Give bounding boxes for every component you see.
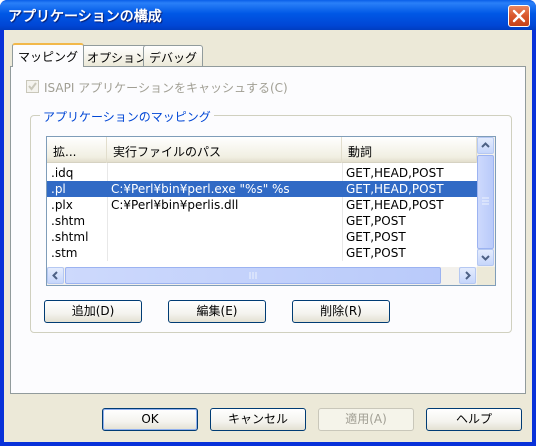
chevron-up-icon [481, 142, 490, 148]
cell-extension: .shtm [51, 214, 86, 228]
edit-button[interactable]: 編集(E) [168, 300, 266, 323]
cell-extension: .plx [51, 198, 73, 212]
dialog-client-area: マッピング オプション デバッグ ISAPI アプリケーションをキャッシュする(… [4, 30, 532, 442]
mapping-listview[interactable]: 拡... 実行ファイルのパス 動詞 .idq GET,HEAD,POST .pl… [46, 136, 496, 286]
tab-label: デバッグ [149, 51, 198, 65]
checkmark-icon [28, 82, 37, 91]
cell-extension: .pl [51, 182, 66, 196]
title-bar[interactable]: アプリケーションの構成 [0, 0, 536, 30]
cell-verbs: GET,POST [346, 230, 406, 244]
grip-icon [482, 197, 489, 205]
cache-checkbox-label: ISAPI アプリケーションをキャッシュする(C) [44, 81, 288, 95]
listview-header: 拡... 実行ファイルのパス 動詞 [47, 137, 477, 163]
scroll-up-button[interactable] [477, 137, 494, 154]
delete-button[interactable]: 削除(R) [292, 300, 390, 323]
cell-verbs: GET,HEAD,POST [346, 182, 444, 196]
column-header-label: 実行ファイルのパス [113, 145, 222, 159]
scroll-right-button[interactable] [459, 267, 476, 284]
help-button[interactable]: ヘルプ [426, 408, 522, 431]
delete-button-label: 削除(R) [320, 304, 362, 318]
scrollbar-corner [477, 267, 495, 285]
table-row[interactable]: .stm GET,POST [47, 245, 477, 261]
tab-mapping[interactable]: マッピング [12, 43, 85, 67]
cell-extension: .idq [51, 166, 74, 180]
cancel-button-label: キャンセル [227, 412, 288, 426]
column-header-extension[interactable]: 拡... [47, 137, 107, 163]
cache-checkbox[interactable] [26, 80, 39, 93]
column-header-label: 動詞 [348, 145, 373, 159]
scroll-left-button[interactable] [47, 267, 64, 284]
cell-extension: .shtml [51, 230, 89, 244]
ok-button[interactable]: OK [102, 408, 198, 431]
dialog-window: アプリケーションの構成 マッピング オプション デバッグ ISAPI アプリケー… [0, 0, 536, 446]
cell-verbs: GET,HEAD,POST [346, 166, 444, 180]
ok-button-label: OK [141, 412, 159, 426]
tab-debug[interactable]: デバッグ [143, 45, 204, 66]
mapping-group-title: アプリケーションのマッピング [40, 108, 214, 125]
tab-label: オプション [87, 51, 148, 65]
chevron-down-icon [481, 255, 490, 261]
edit-button-label: 編集(E) [196, 304, 238, 318]
cell-verbs: GET,HEAD,POST [346, 198, 444, 212]
table-row-selected[interactable]: .pl C:¥Perl¥bin¥perl.exe "%s" %s GET,HEA… [47, 181, 477, 197]
table-row[interactable]: .shtm GET,POST [47, 213, 477, 229]
cell-verbs: GET,POST [346, 214, 406, 228]
scroll-down-button[interactable] [477, 249, 494, 266]
add-button[interactable]: 追加(D) [44, 300, 142, 323]
cancel-button[interactable]: キャンセル [210, 408, 306, 431]
grip-icon [249, 272, 257, 279]
add-button-label: 追加(D) [71, 304, 115, 318]
chevron-left-icon [52, 271, 58, 280]
cell-path: C:¥Perl¥bin¥perlis.dll [111, 198, 239, 212]
tab-label: マッピング [18, 50, 79, 64]
table-row[interactable]: .idq GET,HEAD,POST [47, 165, 477, 181]
table-row[interactable]: .plx C:¥Perl¥bin¥perlis.dll GET,HEAD,POS… [47, 197, 477, 213]
column-header-path[interactable]: 実行ファイルのパス [107, 137, 342, 163]
close-icon [512, 9, 526, 23]
apply-button[interactable]: 適用(A) [318, 408, 414, 431]
vertical-scrollbar[interactable] [477, 137, 495, 267]
column-header-label: 拡... [53, 145, 77, 159]
table-row[interactable]: .shtml GET,POST [47, 229, 477, 245]
vertical-scroll-thumb[interactable] [477, 155, 494, 249]
horizontal-scrollbar[interactable] [47, 267, 477, 285]
help-button-label: ヘルプ [455, 412, 492, 426]
column-header-verbs[interactable]: 動詞 [342, 137, 477, 163]
chevron-right-icon [465, 271, 471, 280]
apply-button-label: 適用(A) [345, 412, 387, 426]
cell-verbs: GET,POST [346, 246, 406, 260]
close-button[interactable] [508, 5, 530, 27]
window-title: アプリケーションの構成 [8, 9, 162, 25]
horizontal-scroll-thumb[interactable] [65, 267, 441, 284]
cell-path: C:¥Perl¥bin¥perl.exe "%s" %s [111, 182, 290, 196]
cell-extension: .stm [51, 246, 78, 260]
